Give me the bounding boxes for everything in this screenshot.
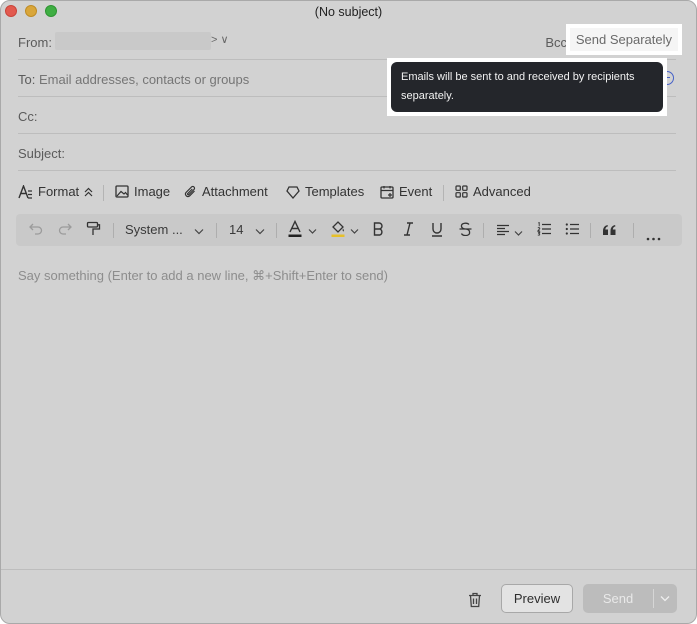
chevron-down-icon[interactable] bbox=[514, 224, 523, 240]
message-body-editor[interactable]: Say something (Enter to add a new line, … bbox=[18, 268, 388, 284]
toolbar-separator bbox=[103, 185, 104, 201]
cc-label: Cc: bbox=[18, 109, 38, 124]
toolbar-separator bbox=[443, 185, 444, 201]
more-options-icon[interactable] bbox=[646, 228, 661, 244]
strikethrough-icon[interactable] bbox=[459, 222, 472, 239]
compose-footer: Preview Send bbox=[1, 569, 696, 623]
advanced-label: Advanced bbox=[473, 184, 531, 199]
event-label: Event bbox=[399, 184, 433, 199]
redo-icon[interactable] bbox=[58, 221, 72, 238]
bold-icon[interactable] bbox=[373, 222, 384, 239]
image-button[interactable]: Image bbox=[115, 184, 170, 199]
paperclip-icon bbox=[184, 185, 196, 197]
format-button[interactable]: Format bbox=[18, 184, 93, 199]
chevron-down-icon[interactable] bbox=[350, 222, 359, 238]
send-label: Send bbox=[602, 591, 634, 606]
to-input[interactable] bbox=[39, 72, 439, 87]
numbered-list-icon[interactable] bbox=[536, 221, 552, 239]
toolbar-separator bbox=[113, 223, 114, 238]
formatting-toolbar: System ... 14 bbox=[16, 214, 682, 246]
chevron-up-icon bbox=[84, 187, 93, 196]
from-row: From: > ∨ Bcc Send Separately bbox=[18, 23, 682, 60]
compose-toolbar: Format Image Attachment Templates Event … bbox=[18, 182, 676, 204]
subject-label: Subject: bbox=[18, 146, 65, 161]
format-painter-icon[interactable] bbox=[86, 221, 101, 239]
image-icon bbox=[115, 185, 129, 198]
send-button[interactable]: Send bbox=[583, 584, 677, 613]
image-label: Image bbox=[134, 184, 171, 199]
toolbar-separator bbox=[216, 223, 217, 238]
send-button-divider bbox=[653, 589, 654, 608]
templates-icon bbox=[286, 185, 300, 199]
highlight-color-icon[interactable] bbox=[331, 220, 346, 241]
to-label: To: bbox=[18, 72, 36, 87]
attachment-button[interactable]: Attachment bbox=[184, 184, 268, 199]
calendar-icon bbox=[380, 185, 394, 199]
title-bar: (No subject) bbox=[1, 1, 696, 23]
templates-button[interactable]: Templates bbox=[286, 184, 364, 199]
from-chevron-icon[interactable]: > ∨ bbox=[211, 33, 229, 46]
format-icon bbox=[18, 184, 32, 199]
undo-icon[interactable] bbox=[29, 221, 43, 238]
from-account-selector[interactable] bbox=[55, 32, 211, 50]
text-color-icon[interactable] bbox=[288, 219, 302, 241]
subject-row: Subject: bbox=[18, 134, 676, 171]
toolbar-separator bbox=[590, 223, 591, 238]
window-title: (No subject) bbox=[314, 5, 383, 19]
font-family-select[interactable]: System ... bbox=[125, 222, 183, 237]
grid-icon bbox=[455, 185, 468, 198]
toolbar-separator bbox=[276, 223, 277, 238]
chevron-down-icon[interactable] bbox=[194, 222, 204, 238]
preview-button[interactable]: Preview bbox=[501, 584, 573, 613]
attachment-label: Attachment bbox=[202, 184, 268, 199]
italic-icon[interactable] bbox=[403, 222, 414, 239]
quote-icon[interactable] bbox=[602, 223, 617, 239]
trash-icon[interactable] bbox=[468, 592, 482, 611]
toolbar-separator bbox=[483, 223, 484, 238]
align-left-icon[interactable] bbox=[496, 223, 510, 239]
bcc-button[interactable]: Bcc bbox=[545, 35, 567, 50]
compose-window: (No subject) From: > ∨ Bcc Send Separate… bbox=[0, 0, 697, 624]
font-size-select[interactable]: 14 bbox=[229, 222, 243, 237]
advanced-button[interactable]: Advanced bbox=[455, 184, 531, 199]
event-button[interactable]: Event bbox=[380, 184, 432, 199]
chevron-down-icon[interactable] bbox=[255, 222, 265, 238]
underline-icon[interactable] bbox=[431, 222, 443, 240]
chevron-down-icon[interactable] bbox=[308, 222, 317, 238]
from-label: From: bbox=[18, 35, 52, 50]
templates-label: Templates bbox=[305, 184, 365, 199]
toolbar-separator bbox=[633, 223, 634, 238]
tooltip-text: Emails will be sent to and received by r… bbox=[391, 62, 663, 112]
bullet-list-icon[interactable] bbox=[565, 222, 580, 239]
format-label: Format bbox=[38, 184, 80, 199]
send-separately-tooltip: Emails will be sent to and received by r… bbox=[387, 58, 667, 116]
send-options-chevron-icon[interactable] bbox=[660, 589, 670, 605]
send-separately-button[interactable]: Send Separately bbox=[565, 24, 682, 55]
